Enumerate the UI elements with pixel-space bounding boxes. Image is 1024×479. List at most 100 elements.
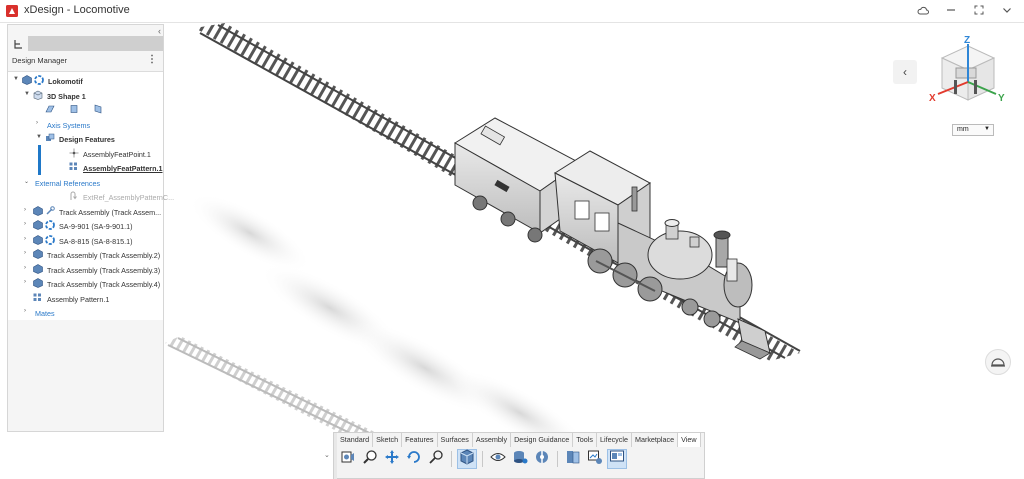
pattern-icon bbox=[69, 162, 79, 172]
app-title: xDesign - Locomotive bbox=[24, 4, 130, 16]
tree-item[interactable]: ▼ 3D Shape 1 bbox=[8, 89, 163, 103]
tab-assembly[interactable]: Assembly bbox=[473, 433, 512, 447]
app-logo-icon bbox=[6, 5, 18, 17]
tree-expander-icon[interactable]: › bbox=[24, 308, 26, 314]
tree-item[interactable]: › Track Assembly (Track Assembly.4) bbox=[8, 277, 163, 291]
tree-item-label: Lokomotif bbox=[48, 77, 83, 86]
tree-item[interactable]: › Track Assembly (Track Assembly.3) bbox=[8, 263, 163, 277]
design-tree: ▼ Lokomotif ▼ 3D Shape 1 › Axis Systems ▼ Desig… bbox=[8, 72, 174, 320]
z-axis-label: Z bbox=[964, 35, 970, 46]
safety-helmet-icon[interactable] bbox=[985, 349, 1011, 375]
tree-item-label: SA-8-815 (SA-8-815.1) bbox=[59, 236, 133, 246]
action-bar: ⌄ Standard Sketch Features Surfaces Assembly… bbox=[324, 432, 705, 479]
action-bar-commands bbox=[338, 448, 627, 469]
tree-item[interactable]: ▼ Lokomotif bbox=[8, 74, 163, 88]
panel-header: Design Manager ⋮ bbox=[8, 51, 163, 72]
tab-features[interactable]: Features bbox=[402, 433, 438, 447]
camera-button[interactable] bbox=[338, 449, 358, 469]
tree-item[interactable]: › Mates bbox=[8, 306, 163, 320]
tree-expander-icon[interactable]: ⌄ bbox=[24, 178, 29, 185]
tab-view[interactable]: View bbox=[678, 433, 701, 447]
units-dropdown[interactable]: mm ▼ bbox=[952, 124, 994, 136]
tab-tools[interactable]: Tools bbox=[573, 433, 597, 447]
tree-expander-icon[interactable]: ▼ bbox=[36, 134, 42, 140]
tab-sketch[interactable]: Sketch bbox=[373, 433, 403, 447]
pan-button[interactable] bbox=[382, 449, 402, 469]
tree-item[interactable]: AssemblyFeatPattern.1 bbox=[8, 161, 163, 175]
tree-expander-icon[interactable]: › bbox=[24, 250, 26, 256]
more-options-icon[interactable]: ⋮ bbox=[147, 54, 157, 65]
display-icon bbox=[609, 449, 625, 470]
tab-surfaces[interactable]: Surfaces bbox=[438, 433, 473, 447]
units-value: mm bbox=[957, 126, 969, 133]
tree-expander-icon[interactable]: › bbox=[24, 279, 26, 285]
tree-item[interactable]: › Axis Systems bbox=[8, 118, 163, 132]
tree-expander-icon[interactable]: › bbox=[24, 221, 26, 227]
tree-expander-icon[interactable]: › bbox=[24, 236, 26, 242]
assembly-icon bbox=[22, 75, 32, 85]
zoom-icon bbox=[362, 449, 378, 470]
pattern-icon bbox=[33, 293, 43, 303]
tree-item[interactable]: › SA-9-901 (SA-9-901.1) bbox=[8, 219, 163, 233]
tree-item-label: 3D Shape 1 bbox=[47, 91, 86, 101]
tree-item-label: Mates bbox=[35, 309, 55, 318]
section-icon bbox=[534, 449, 550, 470]
action-bar-tabs: Standard Sketch Features Surfaces Assembly De… bbox=[337, 433, 701, 447]
view-mode-button[interactable] bbox=[457, 448, 477, 469]
tab-lifecycle[interactable]: Lifecycle bbox=[597, 433, 632, 447]
tree-item[interactable]: › SA-8-815 (SA-8-815.1) bbox=[8, 234, 163, 248]
toolbar-separator bbox=[451, 451, 452, 467]
display-button[interactable] bbox=[607, 449, 627, 469]
tree-view-tab[interactable] bbox=[8, 36, 28, 51]
zoom-button[interactable] bbox=[360, 449, 380, 469]
tree-item[interactable]: AssemblyFeatPoint.1 bbox=[8, 147, 163, 161]
assembly-icon bbox=[33, 234, 43, 245]
plane-xy-icon bbox=[45, 104, 55, 114]
features-icon bbox=[45, 133, 55, 143]
tree-item[interactable]: ExtRef_AssemblyPatternC... bbox=[8, 190, 174, 204]
tree-item[interactable]: › Track Assembly (Track Assembly.2) bbox=[8, 248, 163, 262]
view-cube[interactable]: Z X Y bbox=[928, 32, 1008, 112]
tree-expander-icon[interactable]: › bbox=[36, 120, 38, 126]
zoom-area-button[interactable] bbox=[426, 449, 446, 469]
tree-expander-icon[interactable]: › bbox=[24, 265, 26, 271]
tree-expander-icon[interactable]: › bbox=[24, 207, 26, 213]
plane-zx-icon bbox=[93, 104, 103, 114]
wrench-icon bbox=[45, 205, 55, 216]
tab-standard[interactable]: Standard bbox=[337, 433, 374, 447]
tree-item[interactable]: ⌄ External References bbox=[8, 176, 163, 190]
cloud-icon[interactable] bbox=[916, 3, 930, 17]
tree-item[interactable]: Assembly Pattern.1 bbox=[8, 292, 163, 306]
tree-item-label: Track Assembly (Track Assem... bbox=[59, 207, 162, 217]
instance-icon bbox=[34, 75, 44, 85]
action-bar-collapse-icon[interactable]: ⌄ bbox=[324, 451, 330, 459]
minimize-button[interactable] bbox=[944, 3, 958, 17]
rotate-button[interactable] bbox=[404, 449, 424, 469]
tab-design-guidance[interactable]: Design Guidance bbox=[511, 433, 574, 447]
tree-item-label: AssemblyFeatPattern.1 bbox=[83, 164, 163, 173]
tree-icon bbox=[14, 39, 22, 49]
tree-item[interactable]: › Track Assembly (Track Assem... bbox=[8, 205, 163, 219]
tree-item-label: SA-9-901 (SA-9-901.1) bbox=[59, 222, 133, 231]
tree-expander-icon[interactable]: ▼ bbox=[24, 91, 30, 97]
collapse-panel-icon[interactable]: ‹ bbox=[158, 26, 161, 36]
shape-icon bbox=[33, 90, 43, 100]
instance-icon bbox=[45, 220, 55, 230]
title-bar: xDesign - Locomotive bbox=[0, 0, 1024, 23]
assembly-icon bbox=[33, 263, 43, 274]
fullscreen-button[interactable] bbox=[972, 3, 986, 17]
y-axis-label: Y bbox=[998, 93, 1005, 104]
render-style-button[interactable] bbox=[510, 449, 530, 469]
collapse-right-panel-button[interactable]: ‹ bbox=[893, 60, 917, 84]
tree-item[interactable] bbox=[8, 103, 163, 117]
section-button[interactable] bbox=[532, 449, 552, 469]
visibility-button[interactable] bbox=[488, 449, 508, 469]
assembly-icon bbox=[33, 220, 43, 230]
tree-item[interactable]: ▼ Design Features bbox=[8, 132, 163, 146]
chevron-down-icon[interactable] bbox=[1000, 3, 1014, 17]
tab-marketplace[interactable]: Marketplace bbox=[632, 433, 679, 447]
capture-button[interactable] bbox=[585, 449, 605, 469]
page-button[interactable] bbox=[563, 449, 583, 469]
tree-expander-icon[interactable]: ▼ bbox=[13, 76, 19, 82]
toolbar-separator bbox=[482, 451, 483, 467]
